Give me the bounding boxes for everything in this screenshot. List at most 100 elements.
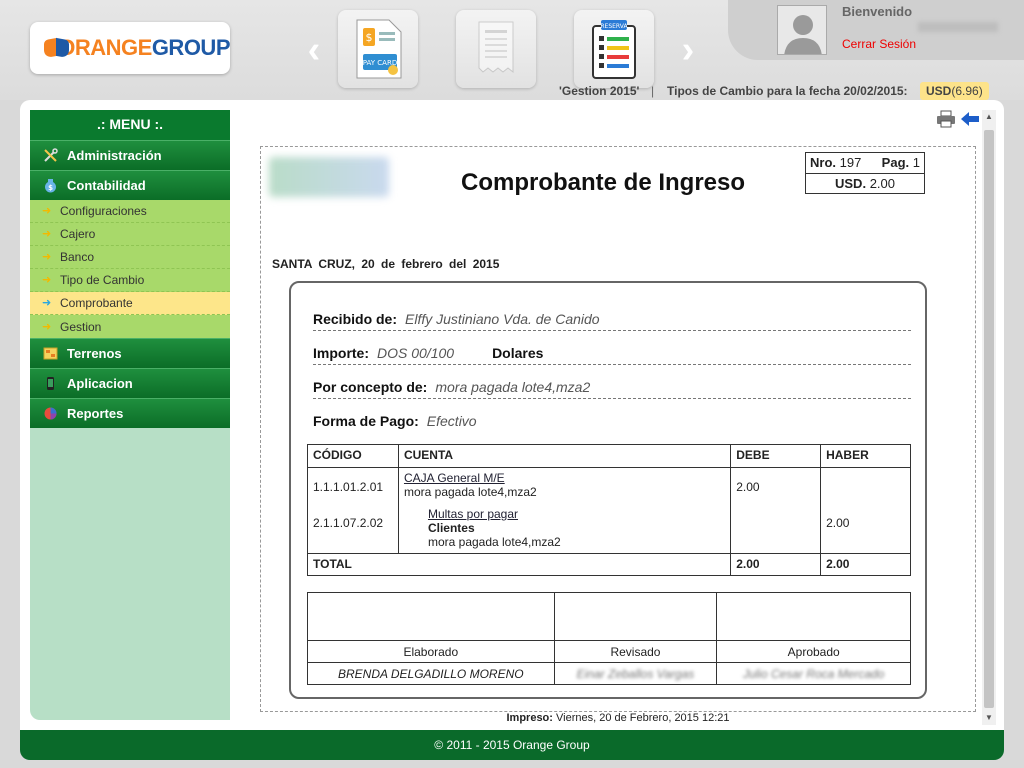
importe-field: Importe: DOS 00/100 Dolares (313, 343, 911, 365)
printer-icon[interactable] (936, 110, 956, 133)
menu-administracion-label: Administración (67, 147, 162, 163)
user-silhouette-icon (778, 6, 826, 54)
voucher-number: Nro. 197 (810, 155, 862, 170)
signature-name-row: BRENDA DELGADILLO MORENO Einar Zeballos … (307, 662, 911, 685)
logo-icon (44, 37, 69, 59)
arrow-right-icon: ➜ (42, 228, 52, 240)
name-aprobado: Julio Cesar Roca Mercado (716, 662, 911, 685)
total-haber: 2.00 (820, 553, 911, 576)
submenu-banco[interactable]: ➜ Banco (30, 246, 230, 269)
table-row: 1.1.1.01.2.01 2.1.1.07.2.02 CAJA General… (307, 467, 911, 554)
menu-contabilidad-label: Contabilidad (67, 177, 146, 193)
submenu-banco-label: Banco (60, 250, 95, 264)
printed-timestamp: Impreso: Viernes, 20 de Febrero, 2015 12… (506, 712, 730, 724)
mobile-phone-icon (42, 376, 58, 392)
submenu-gestion[interactable]: ➜ Gestion (30, 315, 230, 338)
voucher-title: Comprobante de Ingreso (461, 169, 746, 196)
menu-reportes[interactable]: Reportes (30, 398, 230, 428)
brand-name: ORANGEGROUP (58, 35, 230, 60)
ledger-table: CÓDIGO CUENTA DEBE HABER 1.1.1.01.2.01 2… (306, 444, 911, 576)
col-codigo: CÓDIGO (307, 444, 399, 468)
submenu-tipo-de-cambio[interactable]: ➜ Tipo de Cambio (30, 269, 230, 292)
voucher-number-box: Nro. 197 Pag. 1 USD. 2.00 (805, 152, 925, 194)
reserva-tile[interactable]: RESERVA (574, 10, 654, 88)
svg-text:$: $ (366, 31, 373, 44)
tools-icon (42, 148, 58, 164)
document-actions (936, 110, 980, 133)
paycard-tile[interactable]: $ PAY CARD (338, 10, 418, 88)
account-codes: 1.1.1.01.2.01 2.1.1.07.2.02 (307, 467, 399, 554)
header: ORANGEGROUP ‹ $ PAY CARD RESERVA › Bienv… (0, 0, 1024, 100)
recibido-field: Recibido de: Elffy Justiniano Vda. de Can… (313, 309, 911, 331)
signature-space-row (307, 592, 911, 641)
menu-aplicacion-label: Aplicacion (67, 375, 133, 391)
land-map-icon (42, 346, 58, 362)
col-cuenta: CUENTA (397, 444, 732, 468)
submenu-comprobante[interactable]: ➜ Comprobante (30, 292, 230, 315)
vertical-scrollbar[interactable]: ▲ ▼ (982, 110, 996, 725)
sidebar: .: MENU :. Administración $ Contabilidad… (30, 110, 230, 720)
voucher-document: Comprobante de Ingreso Nro. 197 Pag. 1 U… (260, 146, 976, 712)
account-link-caja[interactable]: CAJA General M/E (404, 471, 725, 485)
scroll-up-icon[interactable]: ▲ (982, 110, 996, 124)
logout-link[interactable]: Cerrar Sesión (842, 37, 916, 51)
arrow-right-icon: ➜ (42, 274, 52, 286)
arrow-right-icon: ➜ (42, 297, 52, 309)
name-revisado: Einar Zeballos Vargas (553, 662, 718, 685)
menu-aplicacion[interactable]: Aplicacion (30, 368, 230, 398)
contabilidad-submenu: ➜ Configuraciones ➜ Cajero ➜ Banco ➜ Tip… (30, 200, 230, 338)
signature-role-row: Elaborado Revisado Aprobado (307, 640, 911, 663)
username-blurred (918, 22, 998, 32)
menu-terrenos[interactable]: Terrenos (30, 338, 230, 368)
svg-text:RESERVA: RESERVA (600, 23, 628, 30)
welcome-text: Bienvenido (842, 4, 913, 19)
prev-arrow-icon[interactable]: ‹ (302, 31, 326, 69)
haber-values: 2.00 (820, 467, 911, 554)
submenu-configuraciones[interactable]: ➜ Configuraciones (30, 200, 230, 223)
menu-contabilidad[interactable]: $ Contabilidad (30, 170, 230, 200)
submenu-tipo-de-cambio-label: Tipo de Cambio (60, 273, 145, 287)
reserva-checklist-icon: RESERVA (592, 20, 636, 79)
menu-reportes-label: Reportes (67, 405, 124, 421)
role-aprobado: Aprobado (716, 640, 911, 663)
menu-title: .: MENU :. (30, 110, 230, 140)
signature-table: Elaborado Revisado Aprobado BRENDA DELGA… (307, 592, 911, 685)
paycard-icon: $ PAY CARD (356, 19, 402, 79)
scrollbar-thumb[interactable] (984, 130, 994, 708)
submenu-cajero[interactable]: ➜ Cajero (30, 223, 230, 246)
menu-administracion[interactable]: Administración (30, 140, 230, 170)
submenu-cajero-label: Cajero (60, 227, 96, 241)
info-separator: | (651, 84, 655, 98)
concepto-field: Por concepto de: mora pagada lote4,mza2 (313, 377, 911, 399)
page-number: Pag. 1 (881, 155, 920, 170)
scroll-down-icon[interactable]: ▼ (982, 711, 996, 725)
footer: © 2011 - 2015 Orange Group (20, 730, 1004, 760)
company-logo-blurred (269, 157, 389, 197)
reports-chart-icon (42, 406, 58, 422)
submenu-gestion-label: Gestion (60, 319, 102, 334)
menu-terrenos-label: Terrenos (67, 345, 122, 361)
receipt-tile[interactable] (456, 10, 536, 88)
money-bag-icon: $ (42, 178, 58, 194)
usd-rate-badge: USD(6.96) (920, 82, 989, 100)
total-row: TOTAL 2.00 2.00 (306, 553, 911, 576)
name-elaborado: BRENDA DELGADILLO MORENO (307, 662, 555, 685)
svg-text:$: $ (48, 184, 53, 192)
role-elaborado: Elaborado (307, 640, 555, 663)
city-date: SANTA CRUZ, 20 de febrero del 2015 (272, 257, 500, 271)
next-arrow-icon[interactable]: › (676, 31, 700, 69)
submenu-configuraciones-label: Configuraciones (60, 204, 147, 218)
user-panel: Bienvenido Cerrar Sesión (728, 0, 1024, 60)
account-link-multas[interactable]: Multas por pagar (404, 507, 725, 521)
total-label: TOTAL (306, 553, 732, 576)
receipt-icon (478, 21, 514, 74)
debe-values: 2.00 (730, 467, 822, 554)
forma-pago-field: Forma de Pago: Efectivo (313, 413, 477, 429)
brand-logo[interactable]: ORANGEGROUP (30, 22, 231, 74)
back-arrow-icon[interactable] (960, 110, 980, 133)
voucher-body: Recibido de: Elffy Justiniano Vda. de Can… (289, 281, 927, 699)
ledger-header-row: CÓDIGO CUENTA DEBE HABER (307, 444, 911, 468)
arrow-right-icon: ➜ (42, 320, 52, 333)
arrow-right-icon: ➜ (42, 251, 52, 263)
account-names: CAJA General M/E mora pagada lote4,mza2 … (397, 467, 732, 554)
